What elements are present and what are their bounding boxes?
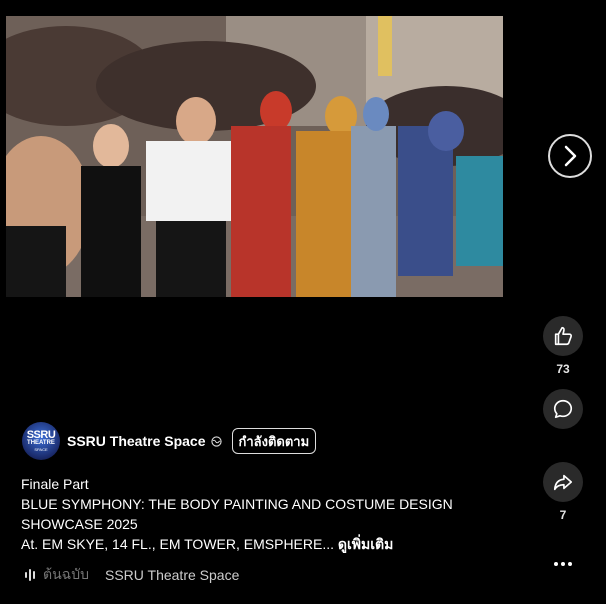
following-button[interactable]: กำลังติดตาม xyxy=(231,428,317,454)
comment-button[interactable] xyxy=(543,389,583,429)
more-horizontal-icon xyxy=(554,562,558,566)
share-button[interactable] xyxy=(543,462,583,502)
like-count: 73 xyxy=(556,362,570,376)
chevron-right-icon xyxy=(564,145,577,167)
like-button[interactable] xyxy=(543,316,583,356)
thumbs-up-icon xyxy=(554,326,573,346)
more-options-button[interactable] xyxy=(550,556,576,572)
comment-icon xyxy=(553,399,573,419)
audio-source-label: ต้นฉบับ xyxy=(43,566,89,582)
caption-line: BLUE SYMPHONY: THE BODY PAINTING AND COS… xyxy=(21,496,453,512)
audio-bars-icon xyxy=(25,569,35,581)
author-name[interactable]: SSRU Theatre Space xyxy=(67,433,206,449)
share-icon xyxy=(553,474,573,491)
avatar[interactable]: SSRU THEATRE SPACE xyxy=(22,422,60,460)
post-photo[interactable] xyxy=(6,16,503,297)
caption-line: Finale Part xyxy=(21,476,89,492)
caption-line: At. EM SKYE, 14 FL., EM TOWER, EMSPHERE.… xyxy=(21,536,335,552)
share-count: 7 xyxy=(559,508,567,522)
audio-row[interactable]: ต้นฉบับ SSRU Theatre Space xyxy=(25,566,239,584)
caption-line: SHOWCASE 2025 xyxy=(21,516,138,532)
next-button[interactable] xyxy=(548,134,592,178)
globe-icon xyxy=(210,435,222,447)
post-caption: Finale Part BLUE SYMPHONY: THE BODY PAIN… xyxy=(21,474,491,554)
see-more-link[interactable]: ดูเพิ่มเติม xyxy=(338,536,393,552)
post-author-row: SSRU THEATRE SPACE SSRU Theatre Space กำ… xyxy=(22,421,317,461)
audio-name: SSRU Theatre Space xyxy=(104,567,240,583)
